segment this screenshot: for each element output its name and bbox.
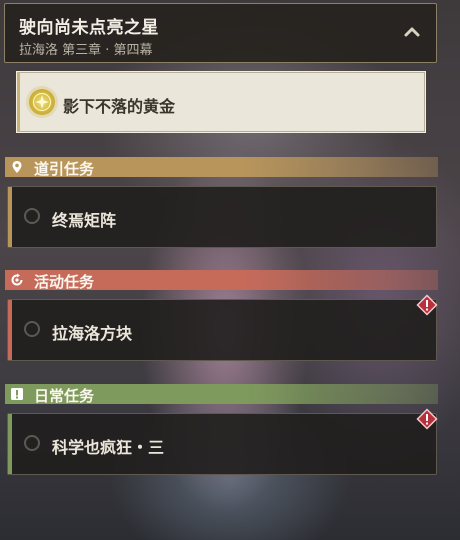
event-swirl-icon: [11, 273, 23, 286]
location-pin-icon: [12, 161, 22, 173]
quest-label: 科学也疯狂・三: [52, 438, 165, 457]
quest-item[interactable]: 科学也疯狂・三: [7, 408, 438, 475]
quest-label: 拉海洛方块: [52, 324, 133, 343]
category-label: 活动任务: [34, 273, 95, 291]
mission-subtitle: 拉海洛 第三章 · 第四幕: [19, 43, 153, 58]
quest-label: 影下不落的黄金: [63, 97, 176, 116]
mission-header: 驶向尚未点亮之星 拉海洛 第三章 · 第四幕: [4, 3, 437, 63]
alert-diamond-icon: [416, 294, 438, 316]
star-target-icon: [29, 89, 55, 115]
quest-status-radio: [24, 435, 40, 451]
quest-item[interactable]: 终焉矩阵: [7, 186, 437, 248]
mission-title: 驶向尚未点亮之星: [19, 18, 159, 38]
category-label: 道引任务: [34, 160, 95, 178]
category-daily-quests: 日常任务: [5, 384, 438, 405]
category-label: 日常任务: [34, 387, 95, 405]
quest-label: 终焉矩阵: [52, 211, 117, 230]
alert-diamond-icon: [416, 408, 438, 430]
chevron-up-icon: [404, 27, 420, 37]
collapse-button[interactable]: [402, 22, 422, 42]
quest-item-featured[interactable]: 影下不落的黄金: [16, 71, 426, 133]
category-event-quests: 活动任务: [5, 270, 438, 291]
quest-status-radio: [24, 321, 40, 337]
category-guide-quests: 道引任务: [5, 157, 438, 178]
quest-status-radio: [24, 208, 40, 224]
quest-item[interactable]: 拉海洛方块: [7, 294, 438, 361]
daily-exclamation-icon: [11, 388, 23, 400]
